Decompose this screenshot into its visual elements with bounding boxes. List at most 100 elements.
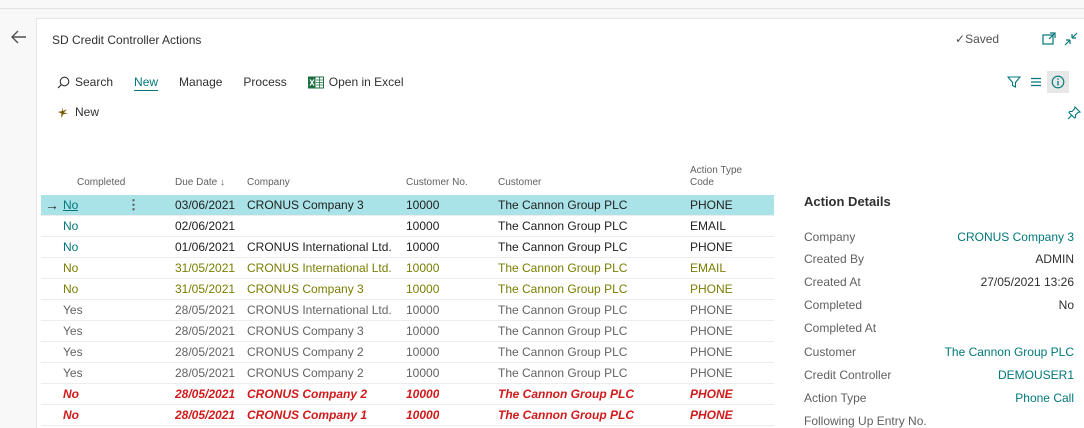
col-header-due-date[interactable]: Due Date ↓ [175,155,225,195]
col-header-company[interactable]: Company [247,155,290,195]
action-bar: Search New Manage Process Open in Excel [57,73,425,91]
detail-customer: Customer The Cannon Group PLC [804,345,1074,363]
cell-action-type: EMAIL [690,261,727,275]
cell-company: CRONUS Company 2 [247,366,364,380]
open-new-window-icon[interactable] [1041,31,1057,47]
cell-completed[interactable]: Yes [63,363,83,384]
cell-completed[interactable]: No [63,405,79,426]
cell-completed[interactable]: No [63,195,78,216]
cell-completed[interactable]: No [63,258,78,279]
detail-label: Completed At [804,321,877,335]
table-row[interactable]: Yes 28/05/2021 CRONUS Company 2 10000 Th… [41,342,774,363]
cell-customer-no: 10000 [406,261,440,275]
col-header-completed[interactable]: Completed [77,155,125,195]
check-icon: ✓ [955,32,966,46]
table-row[interactable]: → No ⋮ 03/06/2021 CRONUS Company 3 10000… [41,195,774,216]
cell-action-type: PHONE [690,366,733,380]
collapse-icon[interactable] [1063,31,1079,47]
filter-icon[interactable] [1003,71,1025,93]
cell-completed[interactable]: No [63,279,78,300]
cell-due-date: 31/05/2021 [175,282,236,296]
open-in-excel-button[interactable]: Open in Excel [307,75,404,89]
cell-completed[interactable]: No [63,384,79,405]
detail-customer-link[interactable]: The Cannon Group PLC [945,345,1074,359]
cell-company: CRONUS Company 3 [247,198,364,212]
current-row-arrow-icon: → [45,197,59,213]
detail-action-type: Action Type Phone Call [804,391,1074,409]
table-row[interactable]: Yes 28/05/2021 CRONUS International Ltd.… [41,300,774,321]
new-sparkle-icon [58,106,68,118]
cell-customer-no: 10000 [406,408,440,422]
search-button[interactable]: Search [57,75,113,89]
cell-due-date: 02/06/2021 [175,219,236,233]
cell-company: CRONUS Company 3 [247,282,364,296]
detail-completed-at: Completed At [804,321,1074,339]
cell-company: CRONUS Company 1 [247,408,368,422]
table-row[interactable]: No 31/05/2021 CRONUS Company 3 10000 The… [41,279,774,300]
table-row[interactable]: No 02/06/2021 10000 The Cannon Group PLC… [41,216,774,237]
cell-customer: The Cannon Group PLC [498,408,634,422]
cell-customer: The Cannon Group PLC [498,387,634,401]
table-row[interactable]: Yes 28/05/2021 CRONUS Company 2 10000 Th… [41,363,774,384]
col-header-customer[interactable]: Customer [498,155,541,195]
detail-credit-controller: Credit Controller DEMOUSER1 [804,368,1074,386]
cell-customer: The Cannon Group PLC [498,240,628,254]
detail-created-by: Created By ADMIN [804,252,1074,270]
cell-company: CRONUS International Ltd. [247,303,392,317]
cell-company: CRONUS International Ltd. [247,240,392,254]
detail-value: ADMIN [1035,252,1074,266]
cell-completed[interactable]: No [63,237,78,258]
cell-customer: The Cannon Group PLC [498,282,628,296]
open-in-excel-label: Open in Excel [328,75,404,89]
search-label: Search [75,75,114,89]
view-options [1003,71,1069,93]
col-header-action-type-code[interactable]: Action Type Code [690,155,742,195]
cell-customer: The Cannon Group PLC [498,303,628,317]
info-pane-icon[interactable] [1047,71,1069,93]
cell-customer: The Cannon Group PLC [498,366,628,380]
cell-action-type: PHONE [690,198,733,212]
cell-due-date: 28/05/2021 [175,324,236,338]
detail-company-link[interactable]: CRONUS Company 3 [957,230,1074,244]
list-view-icon[interactable] [1025,71,1047,93]
cell-customer-no: 10000 [406,345,440,359]
col-header-customer-no[interactable]: Customer No. [406,155,468,195]
table-row[interactable]: No 01/06/2021 CRONUS International Ltd. … [41,237,774,258]
cell-customer-no: 10000 [406,198,440,212]
cell-customer-no: 10000 [406,387,440,401]
tab-process[interactable]: Process [243,75,286,89]
search-icon [57,76,70,88]
new-action-button[interactable]: New [57,105,99,119]
cell-action-type: PHONE [690,324,733,338]
cell-completed[interactable]: No [63,216,78,237]
detail-action-type-link[interactable]: Phone Call [1015,391,1074,405]
detail-created-at: Created At 27/05/2021 13:26 [804,275,1074,293]
pin-icon[interactable] [1067,105,1082,120]
cell-due-date: 28/05/2021 [175,303,236,317]
tab-new[interactable]: New [134,75,158,89]
detail-completed: Completed No [804,298,1074,316]
cell-due-date: 28/05/2021 [175,387,236,401]
cell-completed[interactable]: Yes [63,321,83,342]
factbox-title: Action Details [804,194,891,209]
row-menu-icon[interactable]: ⋮ [127,195,140,215]
tab-manage[interactable]: Manage [179,75,222,89]
table-row[interactable]: Yes 28/05/2021 CRONUS Company 3 10000 Th… [41,321,774,342]
cell-due-date: 03/06/2021 [175,198,236,212]
back-arrow-icon[interactable] [8,26,30,48]
col-header-action-type-line1: Action Type [690,165,743,176]
cell-action-type: PHONE [690,408,733,422]
table-row[interactable]: No 28/05/2021 CRONUS Company 1 10000 The… [41,405,774,426]
saved-label: Saved [965,32,1000,46]
cell-due-date: 28/05/2021 [175,345,236,359]
cell-completed[interactable]: Yes [63,342,83,363]
cell-company: CRONUS Company 3 [247,324,364,338]
detail-label: Created At [804,275,861,289]
table-row[interactable]: No 28/05/2021 CRONUS Company 2 10000 The… [41,384,774,405]
cell-completed[interactable]: Yes [63,300,83,321]
action-details-factbox: Action Details Company CRONUS Company 3 … [804,194,1074,428]
cell-customer-no: 10000 [406,219,440,233]
cell-customer: The Cannon Group PLC [498,261,628,275]
detail-credit-controller-link[interactable]: DEMOUSER1 [998,368,1074,382]
table-row[interactable]: No 31/05/2021 CRONUS International Ltd. … [41,258,774,279]
